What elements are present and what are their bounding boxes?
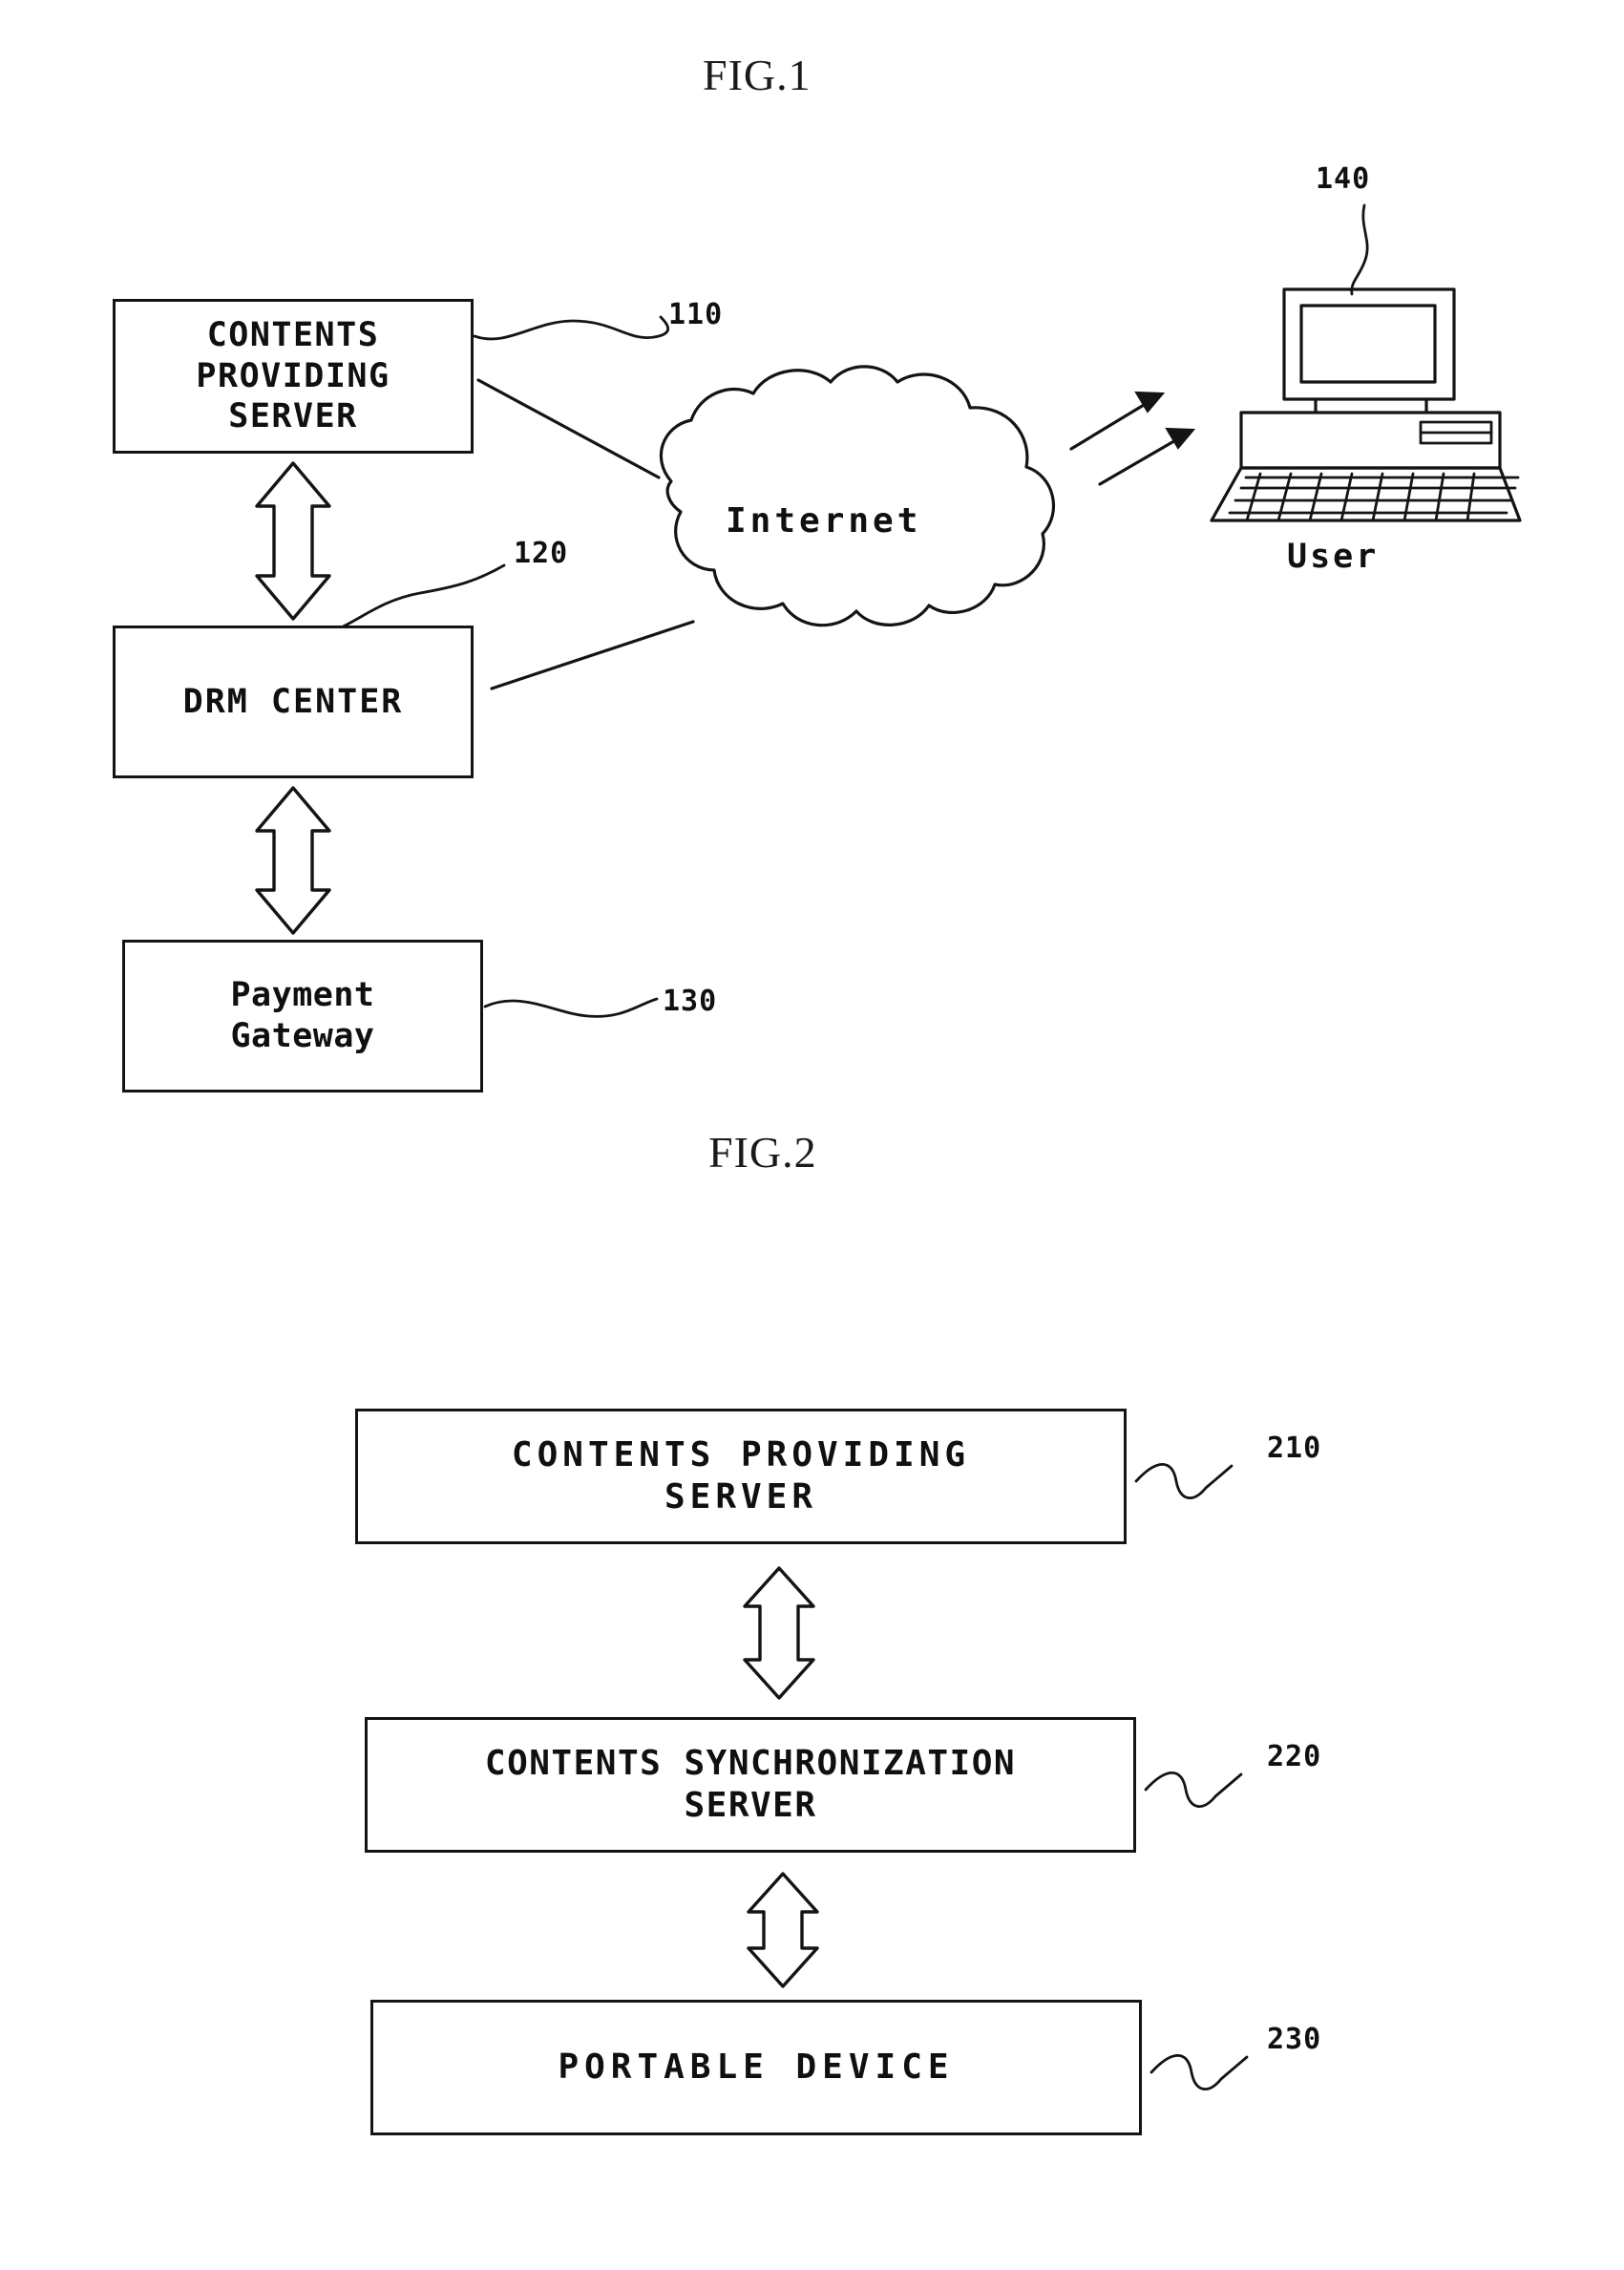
figure-2-title: FIG.2 (708, 1128, 817, 1177)
leader-line-140 (1350, 203, 1369, 296)
leader-line-120 (337, 563, 506, 630)
double-arrow-cps-drm (255, 461, 331, 621)
fig1-contents-providing-server-box: CONTENTS PROVIDING SERVER (113, 299, 474, 454)
drawing-sheet: FIG.1 CONTENTS PROVIDING SERVER DRM CENT… (0, 0, 1624, 2270)
arrow-internet-to-user-lower (1098, 427, 1196, 486)
fig2-contents-providing-server-label: CONTENTS PROVIDING SERVER (511, 1435, 971, 1517)
double-arrow-css-portable (747, 1872, 819, 1988)
double-arrow-cps-css (743, 1566, 815, 1700)
fig1-internet-label: Internet (726, 501, 922, 541)
figure-1-title: FIG.1 (703, 51, 812, 99)
leader-line-130 (483, 997, 659, 1018)
fig1-reference-140: 140 (1316, 162, 1371, 196)
arrow-internet-to-user-upper (1069, 391, 1166, 451)
fig1-drm-center-box: DRM CENTER (113, 626, 474, 778)
link-drm-to-internet (490, 620, 695, 690)
fig1-reference-120: 120 (514, 537, 569, 570)
fig2-contents-synchronization-server-label: CONTENTS SYNCHRONIZATION SERVER (484, 1744, 1017, 1825)
internet-cloud-shape (660, 365, 1056, 627)
fig2-reference-230: 230 (1267, 2023, 1322, 2056)
fig1-payment-gateway-label: Payment Gateway (230, 976, 375, 1055)
fig2-contents-synchronization-server-box: CONTENTS SYNCHRONIZATION SERVER (365, 1717, 1136, 1853)
fig2-contents-providing-server-box: CONTENTS PROVIDING SERVER (355, 1409, 1127, 1544)
fig2-reference-220: 220 (1267, 1740, 1322, 1773)
fig1-reference-130: 130 (663, 985, 718, 1018)
leader-line-220 (1144, 1771, 1243, 1808)
fig2-portable-device-box: PORTABLE DEVICE (370, 2000, 1142, 2135)
double-arrow-drm-payment (255, 786, 331, 935)
fig1-drm-center-label: DRM CENTER (182, 682, 404, 721)
fig1-reference-110: 110 (668, 298, 724, 331)
leader-line-230 (1149, 2054, 1249, 2090)
fig1-contents-providing-server-label: CONTENTS PROVIDING SERVER (196, 315, 390, 436)
leader-line-210 (1134, 1463, 1234, 1499)
fig1-user-label: User (1287, 538, 1380, 576)
leader-line-110 (473, 315, 670, 341)
link-cps-to-internet (476, 378, 661, 479)
fig1-payment-gateway-box: Payment Gateway (122, 940, 483, 1093)
fig2-reference-210: 210 (1267, 1432, 1322, 1465)
user-computer-illustration (1210, 287, 1522, 522)
fig2-portable-device-label: PORTABLE DEVICE (558, 2047, 955, 2088)
